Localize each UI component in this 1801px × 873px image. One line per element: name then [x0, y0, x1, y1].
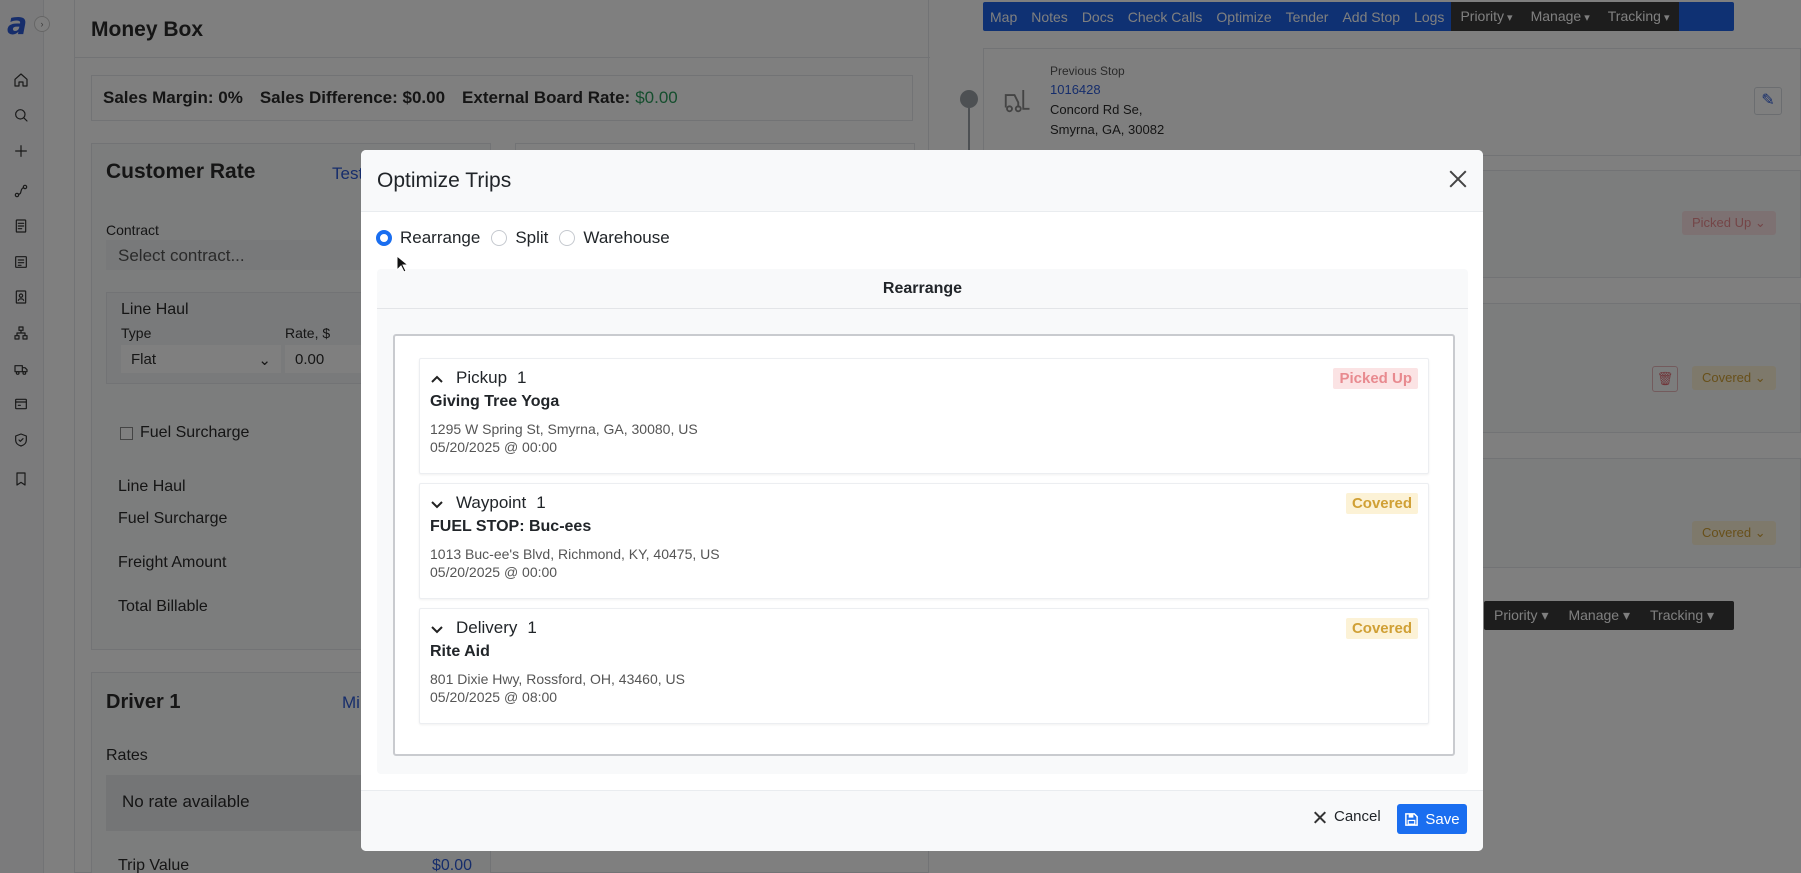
stop-time: 05/20/2025 @ 00:00	[430, 564, 558, 580]
section-title: Rearrange	[377, 269, 1468, 309]
status-badge: Picked Up	[1333, 368, 1418, 389]
radio-dot[interactable]	[559, 230, 576, 246]
radio-split[interactable]: Split	[491, 228, 548, 248]
radio-warehouse[interactable]: Warehouse	[559, 228, 670, 248]
stop-address: 1013 Buc-ee's Blvd, Richmond, KY, 40475,…	[430, 546, 720, 562]
mouse-cursor-icon	[396, 255, 408, 273]
close-icon	[1314, 811, 1326, 823]
rearrange-section: Rearrange Pickup 1 Giving Tree Yoga 1295…	[377, 269, 1468, 774]
chevron-up-icon[interactable]	[430, 371, 444, 385]
radio-dot[interactable]	[376, 230, 392, 246]
stop-name: Giving Tree Yoga	[430, 393, 560, 410]
stop-item-waypoint[interactable]: Waypoint 1 FUEL STOP: Buc-ees 1013 Buc-e…	[419, 483, 1429, 599]
optimize-mode-radios: Rearrange Split Warehouse	[376, 228, 681, 248]
chevron-down-icon[interactable]	[430, 496, 444, 510]
modal-footer: Cancel Save	[361, 790, 1483, 851]
stop-number: 1	[527, 618, 537, 637]
modal-header: Optimize Trips	[361, 150, 1483, 212]
stop-time: 05/20/2025 @ 08:00	[430, 689, 558, 705]
save-label: Save	[1425, 810, 1460, 828]
cancel-label: Cancel	[1334, 808, 1381, 825]
stop-number: 1	[536, 493, 546, 512]
stop-item-delivery[interactable]: Delivery 1 Rite Aid 801 Dixie Hwy, Rossf…	[419, 608, 1429, 724]
stop-header[interactable]: Pickup 1	[430, 368, 527, 388]
stop-address: 801 Dixie Hwy, Rossford, OH, 43460, US	[430, 671, 685, 687]
stop-header[interactable]: Waypoint 1	[430, 493, 546, 513]
stop-header[interactable]: Delivery 1	[430, 618, 537, 638]
stop-item-pickup[interactable]: Pickup 1 Giving Tree Yoga 1295 W Spring …	[419, 358, 1429, 474]
optimize-trips-modal: Optimize Trips Rearrange Split Warehouse…	[361, 150, 1483, 851]
status-badge: Covered	[1345, 618, 1418, 639]
stop-time: 05/20/2025 @ 00:00	[430, 439, 558, 455]
status-badge: Covered	[1345, 493, 1418, 514]
stops-list: Pickup 1 Giving Tree Yoga 1295 W Spring …	[393, 334, 1455, 756]
radio-label: Warehouse	[583, 228, 670, 247]
save-button[interactable]: Save	[1397, 804, 1467, 834]
radio-dot[interactable]	[491, 230, 508, 246]
stop-type: Pickup	[456, 368, 508, 387]
radio-label: Split	[515, 228, 549, 247]
radio-label: Rearrange	[400, 228, 481, 247]
modal-title: Optimize Trips	[377, 169, 512, 192]
save-icon	[1405, 812, 1419, 826]
cancel-button[interactable]: Cancel	[1314, 808, 1381, 825]
stop-type: Delivery	[456, 618, 518, 637]
stop-type: Waypoint	[456, 493, 527, 512]
stop-name: FUEL STOP: Buc-ees	[430, 518, 592, 535]
stop-number: 1	[517, 368, 527, 387]
stop-address: 1295 W Spring St, Smyrna, GA, 30080, US	[430, 421, 698, 437]
close-icon[interactable]	[1447, 168, 1469, 190]
radio-rearrange[interactable]: Rearrange	[376, 228, 480, 248]
stop-name: Rite Aid	[430, 643, 490, 660]
chevron-down-icon[interactable]	[430, 621, 444, 635]
